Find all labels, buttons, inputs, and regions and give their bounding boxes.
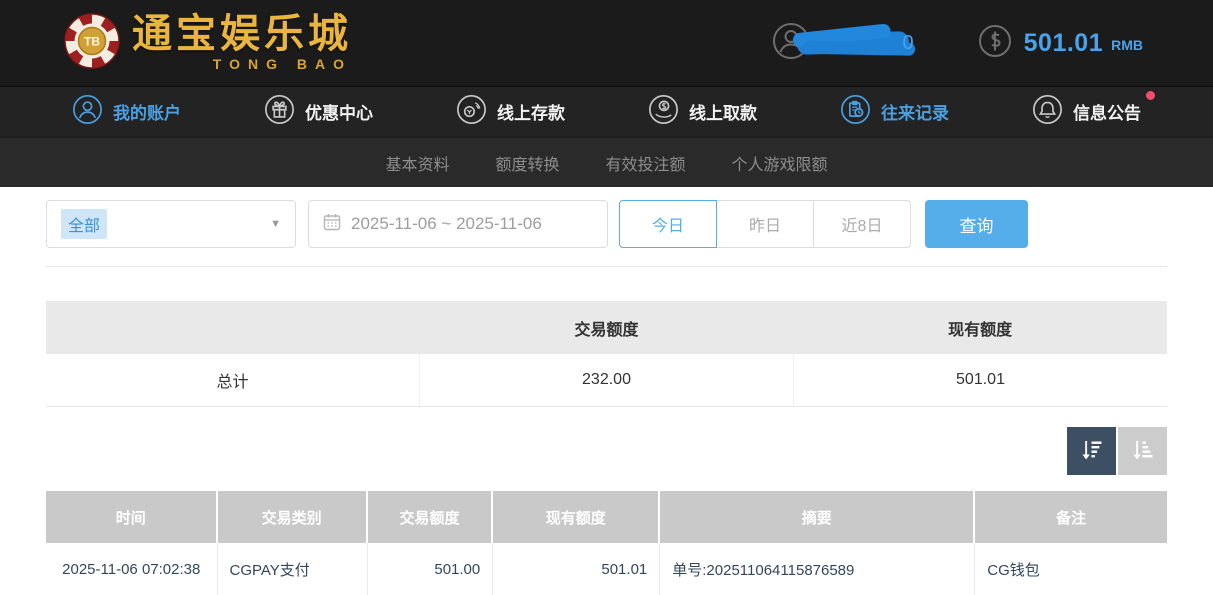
svg-text:TB: TB	[84, 34, 100, 48]
transaction-type-select[interactable]: 全部 ▼	[46, 200, 296, 248]
filter-row: 全部 ▼ 2025-11-06 ~ 2025-11-06 今日 昨日 近8日 查…	[46, 200, 1167, 248]
records-header-time: 时间	[46, 491, 218, 543]
records-header-remark: 备注	[975, 491, 1167, 543]
balance-currency: RMB	[1111, 37, 1143, 53]
dollar-coin-icon	[978, 24, 1012, 63]
summary-header-current-balance: 现有额度	[793, 301, 1167, 354]
brand-logo[interactable]: TB 通宝娱乐城 TONG BAO	[62, 11, 352, 76]
records-table: 时间 交易类别 交易额度 现有额度 摘要 备注 2025-11-06 07:02…	[46, 491, 1167, 595]
summary-total-label: 总计	[46, 354, 419, 406]
gift-icon	[264, 94, 295, 130]
summary-transaction-amount: 232.00	[419, 354, 793, 406]
sort-ascending-button[interactable]	[1118, 427, 1167, 475]
nav-label: 我的账户	[113, 99, 181, 124]
nav-label: 往来记录	[881, 99, 949, 124]
records-table-header: 时间 交易类别 交易额度 现有额度 摘要 备注	[46, 491, 1167, 543]
username-redacted-scribble	[796, 31, 909, 55]
username-suffix: 0	[903, 32, 914, 55]
nav-label: 线上存款	[497, 99, 565, 124]
selected-type: 全部	[61, 209, 107, 239]
summary-table: 交易额度 现有额度 总计 232.00 501.01	[46, 301, 1167, 407]
notification-badge-dot	[1146, 91, 1155, 100]
sort-amount-desc-icon	[1079, 437, 1105, 466]
records-header-balance: 现有额度	[493, 491, 660, 543]
nav-item-withdraw[interactable]: 线上取款	[648, 94, 757, 130]
section-divider	[46, 266, 1167, 267]
top-header: TB 通宝娱乐城 TONG BAO 0	[0, 0, 1213, 86]
withdraw-coin-icon	[648, 94, 679, 130]
nav-item-records[interactable]: 往来记录	[840, 94, 949, 130]
account-subnav: 基本资料 额度转换 有效投注额 个人游戏限额	[0, 136, 1213, 187]
records-clipboard-icon	[840, 94, 871, 130]
bell-icon	[1032, 94, 1063, 130]
nav-item-my-account[interactable]: 我的账户	[72, 94, 181, 130]
record-type: CGPAY支付	[218, 543, 368, 595]
user-account[interactable]: 0	[771, 21, 914, 66]
subnav-item-credit-transfer[interactable]: 额度转换	[495, 151, 559, 175]
table-row: 2025-11-06 07:02:38 CGPAY支付 501.00 501.0…	[46, 543, 1167, 595]
main-nav: 我的账户 优惠中心 线上存款	[0, 86, 1213, 136]
deposit-coin-icon	[456, 94, 487, 130]
records-header-type: 交易类别	[218, 491, 368, 543]
balance-amount: 501.01	[1024, 29, 1103, 58]
records-header-amount: 交易额度	[368, 491, 494, 543]
nav-label: 优惠中心	[305, 99, 373, 124]
subnav-item-valid-bets[interactable]: 有效投注额	[606, 151, 686, 175]
sort-amount-asc-icon	[1130, 437, 1156, 466]
nav-item-deposit[interactable]: 线上存款	[456, 94, 565, 130]
summary-current-balance: 501.01	[793, 354, 1167, 406]
sort-controls	[46, 427, 1167, 475]
summary-header-transaction-amount: 交易额度	[420, 301, 794, 354]
summary-header-empty	[46, 301, 420, 354]
record-balance: 501.01	[493, 543, 660, 595]
nav-label: 信息公告	[1073, 99, 1141, 124]
brand-name-cn: 通宝娱乐城	[132, 14, 352, 54]
brand-text: 通宝娱乐城 TONG BAO	[132, 14, 352, 72]
date-range-value: 2025-11-06 ~ 2025-11-06	[351, 214, 542, 234]
quick-date-buttons: 今日 昨日 近8日	[619, 200, 911, 248]
casino-chip-icon: TB	[62, 11, 122, 76]
today-button[interactable]: 今日	[619, 200, 717, 248]
header-right: 0 501.01 RMB	[771, 21, 1143, 66]
chevron-down-icon: ▼	[270, 218, 281, 230]
record-summary: 单号:202511064115876589	[660, 543, 975, 595]
brand-name-en: TONG BAO	[132, 56, 352, 72]
summary-total-row: 总计 232.00 501.01	[46, 354, 1167, 407]
query-button[interactable]: 查询	[925, 200, 1028, 248]
last-8-days-button[interactable]: 近8日	[813, 200, 911, 248]
yesterday-button[interactable]: 昨日	[716, 200, 814, 248]
date-range-input[interactable]: 2025-11-06 ~ 2025-11-06	[308, 200, 608, 248]
records-header-summary: 摘要	[660, 491, 975, 543]
calendar-icon	[323, 213, 341, 236]
sort-descending-button[interactable]	[1067, 427, 1116, 475]
nav-label: 线上取款	[689, 99, 757, 124]
summary-table-header: 交易额度 现有额度	[46, 301, 1167, 354]
user-icon	[72, 94, 103, 130]
record-time: 2025-11-06 07:02:38	[46, 543, 218, 595]
record-amount: 501.00	[368, 543, 494, 595]
balance-display[interactable]: 501.01 RMB	[978, 24, 1143, 63]
subnav-item-basic-info[interactable]: 基本资料	[385, 151, 449, 175]
record-remark: CG钱包	[975, 543, 1167, 595]
subnav-item-game-limits[interactable]: 个人游戏限额	[732, 151, 828, 175]
nav-item-promotions[interactable]: 优惠中心	[264, 94, 373, 130]
nav-item-notices[interactable]: 信息公告	[1032, 94, 1141, 130]
